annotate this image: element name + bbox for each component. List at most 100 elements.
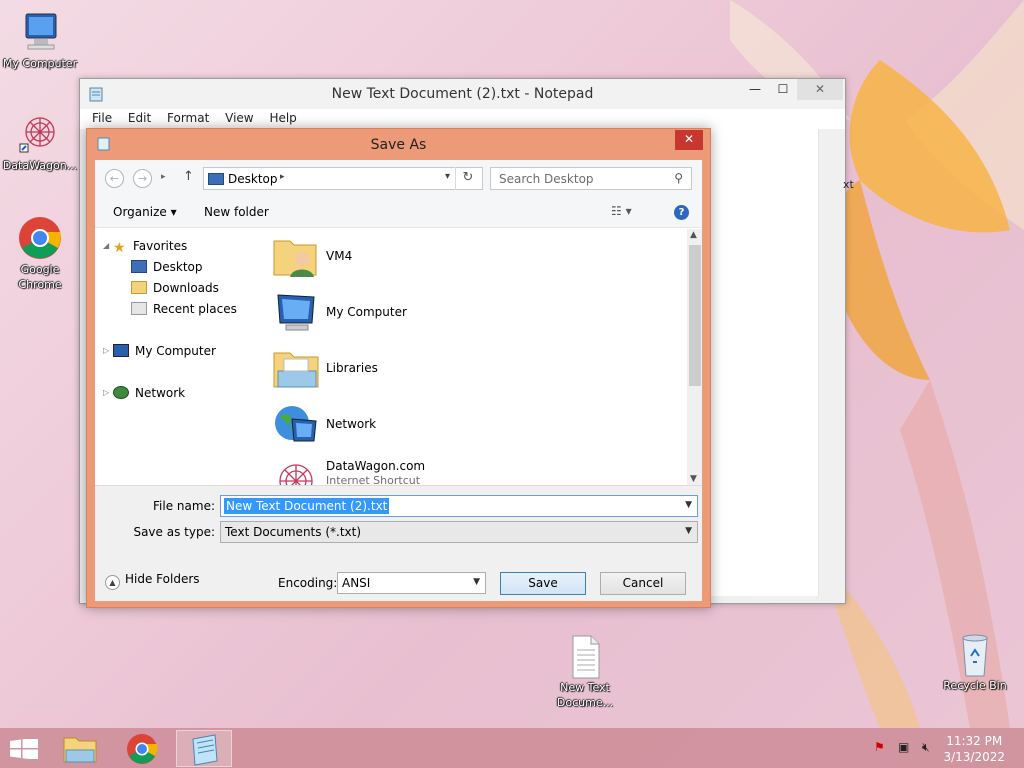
file-type: Internet Shortcut (326, 474, 421, 485)
file-item[interactable]: DataWagon.com Internet Shortcut (272, 457, 652, 485)
back-button[interactable]: ← (105, 169, 124, 188)
menu-format[interactable]: Format (161, 109, 215, 125)
cancel-button[interactable]: Cancel (600, 572, 686, 595)
expanded-arrow-icon[interactable]: ◢ (103, 241, 109, 250)
nav-recent-places[interactable]: Recent places (131, 302, 237, 316)
desktop-icon-recycle-bin[interactable]: Recycle Bin (935, 630, 1015, 693)
action-center-flag-icon[interactable]: ⚑ (874, 740, 885, 754)
file-name: Libraries (326, 361, 378, 375)
desktop-icon-label: New Text Docume... (556, 681, 614, 709)
hide-folders-label: Hide Folders (125, 572, 200, 586)
nav-network-label: Network (135, 386, 186, 400)
desktop-icon-label: DataWagon... (2, 159, 78, 172)
chevron-down-icon[interactable]: ▼ (685, 500, 692, 510)
address-bar[interactable]: Desktop ▸ ▾ (203, 167, 483, 190)
scroll-up-icon[interactable]: ▲ (690, 230, 697, 240)
dialog-close-button[interactable]: ✕ (675, 130, 703, 150)
chevron-down-icon[interactable]: ▼ (473, 577, 480, 587)
help-icon[interactable]: ? (674, 205, 689, 220)
file-explorer-icon (63, 737, 97, 763)
dialog-footer: File name: New Text Document (2).txt ▼ S… (95, 485, 702, 601)
nav-favorites[interactable]: ◢ ★ Favorites (103, 239, 188, 256)
file-name: My Computer (326, 305, 407, 319)
notepad-text-area[interactable] (710, 129, 818, 596)
forward-button[interactable]: → (133, 169, 152, 188)
chrome-icon (16, 214, 64, 262)
nav-desktop[interactable]: Desktop (131, 260, 203, 274)
organize-button[interactable]: Organize ▾ (113, 205, 177, 219)
save-type-label: Save as type: (133, 525, 215, 539)
datawagon-logo-icon (272, 457, 320, 485)
computer-icon (272, 289, 320, 337)
dialog-toolbar: Organize ▾ New folder ☷ ▾ ? (95, 196, 702, 228)
desktop-icon (208, 173, 224, 185)
navigation-pane: ◢ ★ Favorites Desktop Downloads Recent pl… (95, 229, 258, 485)
close-button[interactable]: ✕ (797, 79, 843, 100)
file-item[interactable]: Network (272, 401, 652, 451)
search-input[interactable]: Search Desktop ⚲ (490, 167, 692, 190)
menu-file[interactable]: File (86, 109, 118, 125)
save-as-dialog[interactable]: Save As ✕ ← → ▸ ↑ Desktop ▸ ▾ ↻ Search D… (86, 128, 711, 608)
save-type-value: Text Documents (*.txt) (225, 525, 362, 539)
taskbar-notepad[interactable] (176, 730, 232, 767)
taskbar-chrome[interactable] (114, 730, 170, 767)
network-status-icon[interactable]: ▣ (898, 740, 909, 754)
nav-favorites-label: Favorites (133, 239, 188, 253)
desktop-icon-label: My Computer (2, 57, 78, 70)
file-item[interactable]: My Computer (272, 289, 652, 339)
address-dropdown-icon[interactable]: ▾ (445, 171, 450, 182)
desktop-icon-new-text-document[interactable]: New Text Docume... (545, 632, 625, 710)
up-arrow-icon[interactable]: ↑ (183, 169, 194, 184)
desktop-icon-chrome[interactable]: Google Chrome (0, 214, 80, 292)
notepad-icon (192, 734, 218, 766)
menu-help[interactable]: Help (263, 109, 302, 125)
dialog-body: ← → ▸ ↑ Desktop ▸ ▾ ↻ Search Desktop ⚲ O… (95, 160, 702, 601)
notepad-scrollbar[interactable] (818, 129, 837, 596)
nav-my-computer[interactable]: ▷ My Computer (103, 344, 216, 358)
clock-date: 3/13/2022 (943, 750, 1005, 764)
new-folder-button[interactable]: New folder (204, 205, 269, 219)
file-name-field[interactable]: New Text Document (2).txt ▼ (220, 495, 698, 517)
file-item[interactable]: VM4 (272, 233, 652, 283)
notepad-title: New Text Document (2).txt - Notepad (331, 86, 594, 102)
scroll-down-icon[interactable]: ▼ (690, 474, 697, 484)
nav-my-computer-label: My Computer (135, 344, 216, 358)
clock[interactable]: 11:32 PM 3/13/2022 (943, 733, 1005, 765)
datawagon-logo-icon (16, 110, 64, 158)
desktop-peek-text: xt (843, 178, 854, 191)
file-list: VM4 My Computer Libraries Network DataWa… (266, 229, 700, 485)
file-list-scrollbar[interactable]: ▲ ▼ (687, 229, 702, 485)
save-type-select[interactable]: Text Documents (*.txt) ▼ (220, 521, 698, 543)
nav-downloads-label: Downloads (153, 281, 219, 295)
save-button[interactable]: Save (500, 572, 586, 595)
encoding-select[interactable]: ANSI ▼ (337, 572, 486, 594)
menu-edit[interactable]: Edit (122, 109, 157, 125)
desktop-icon-my-computer[interactable]: My Computer (0, 8, 80, 71)
windows-start-icon[interactable] (10, 737, 38, 760)
refresh-button[interactable]: ↻ (455, 167, 480, 190)
scroll-thumb[interactable] (689, 245, 701, 386)
dialog-title-bar[interactable]: Save As ✕ (87, 129, 710, 160)
nav-network[interactable]: ▷ Network (103, 386, 186, 400)
network-icon (113, 386, 129, 399)
breadcrumb-chevron-icon[interactable]: ▸ (280, 172, 285, 182)
volume-muted-icon[interactable]: 🔇︎ (922, 740, 930, 755)
maximize-button[interactable]: ☐ (769, 79, 797, 100)
collapsed-arrow-icon[interactable]: ▷ (103, 388, 109, 397)
nav-downloads[interactable]: Downloads (131, 281, 219, 295)
recent-locations-chevron-icon[interactable]: ▸ (161, 172, 166, 182)
collapsed-arrow-icon[interactable]: ▷ (103, 346, 109, 355)
menu-view[interactable]: View (219, 109, 259, 125)
change-view-icon[interactable]: ☷ ▾ (611, 204, 632, 218)
desktop-icon-datawagon[interactable]: DataWagon... (0, 110, 80, 173)
chrome-icon (127, 734, 158, 764)
computer-icon (16, 8, 64, 56)
nav-desktop-label: Desktop (153, 260, 203, 274)
recycle-bin-icon (951, 630, 999, 678)
chevron-down-icon[interactable]: ▼ (685, 526, 692, 536)
hide-folders-button[interactable]: ▲ Hide Folders (105, 572, 200, 590)
minimize-button[interactable]: — (741, 79, 769, 100)
taskbar-file-explorer[interactable] (52, 730, 108, 767)
notepad-title-bar[interactable]: New Text Document (2).txt - Notepad — ☐ … (80, 79, 845, 109)
file-item[interactable]: Libraries (272, 345, 652, 395)
